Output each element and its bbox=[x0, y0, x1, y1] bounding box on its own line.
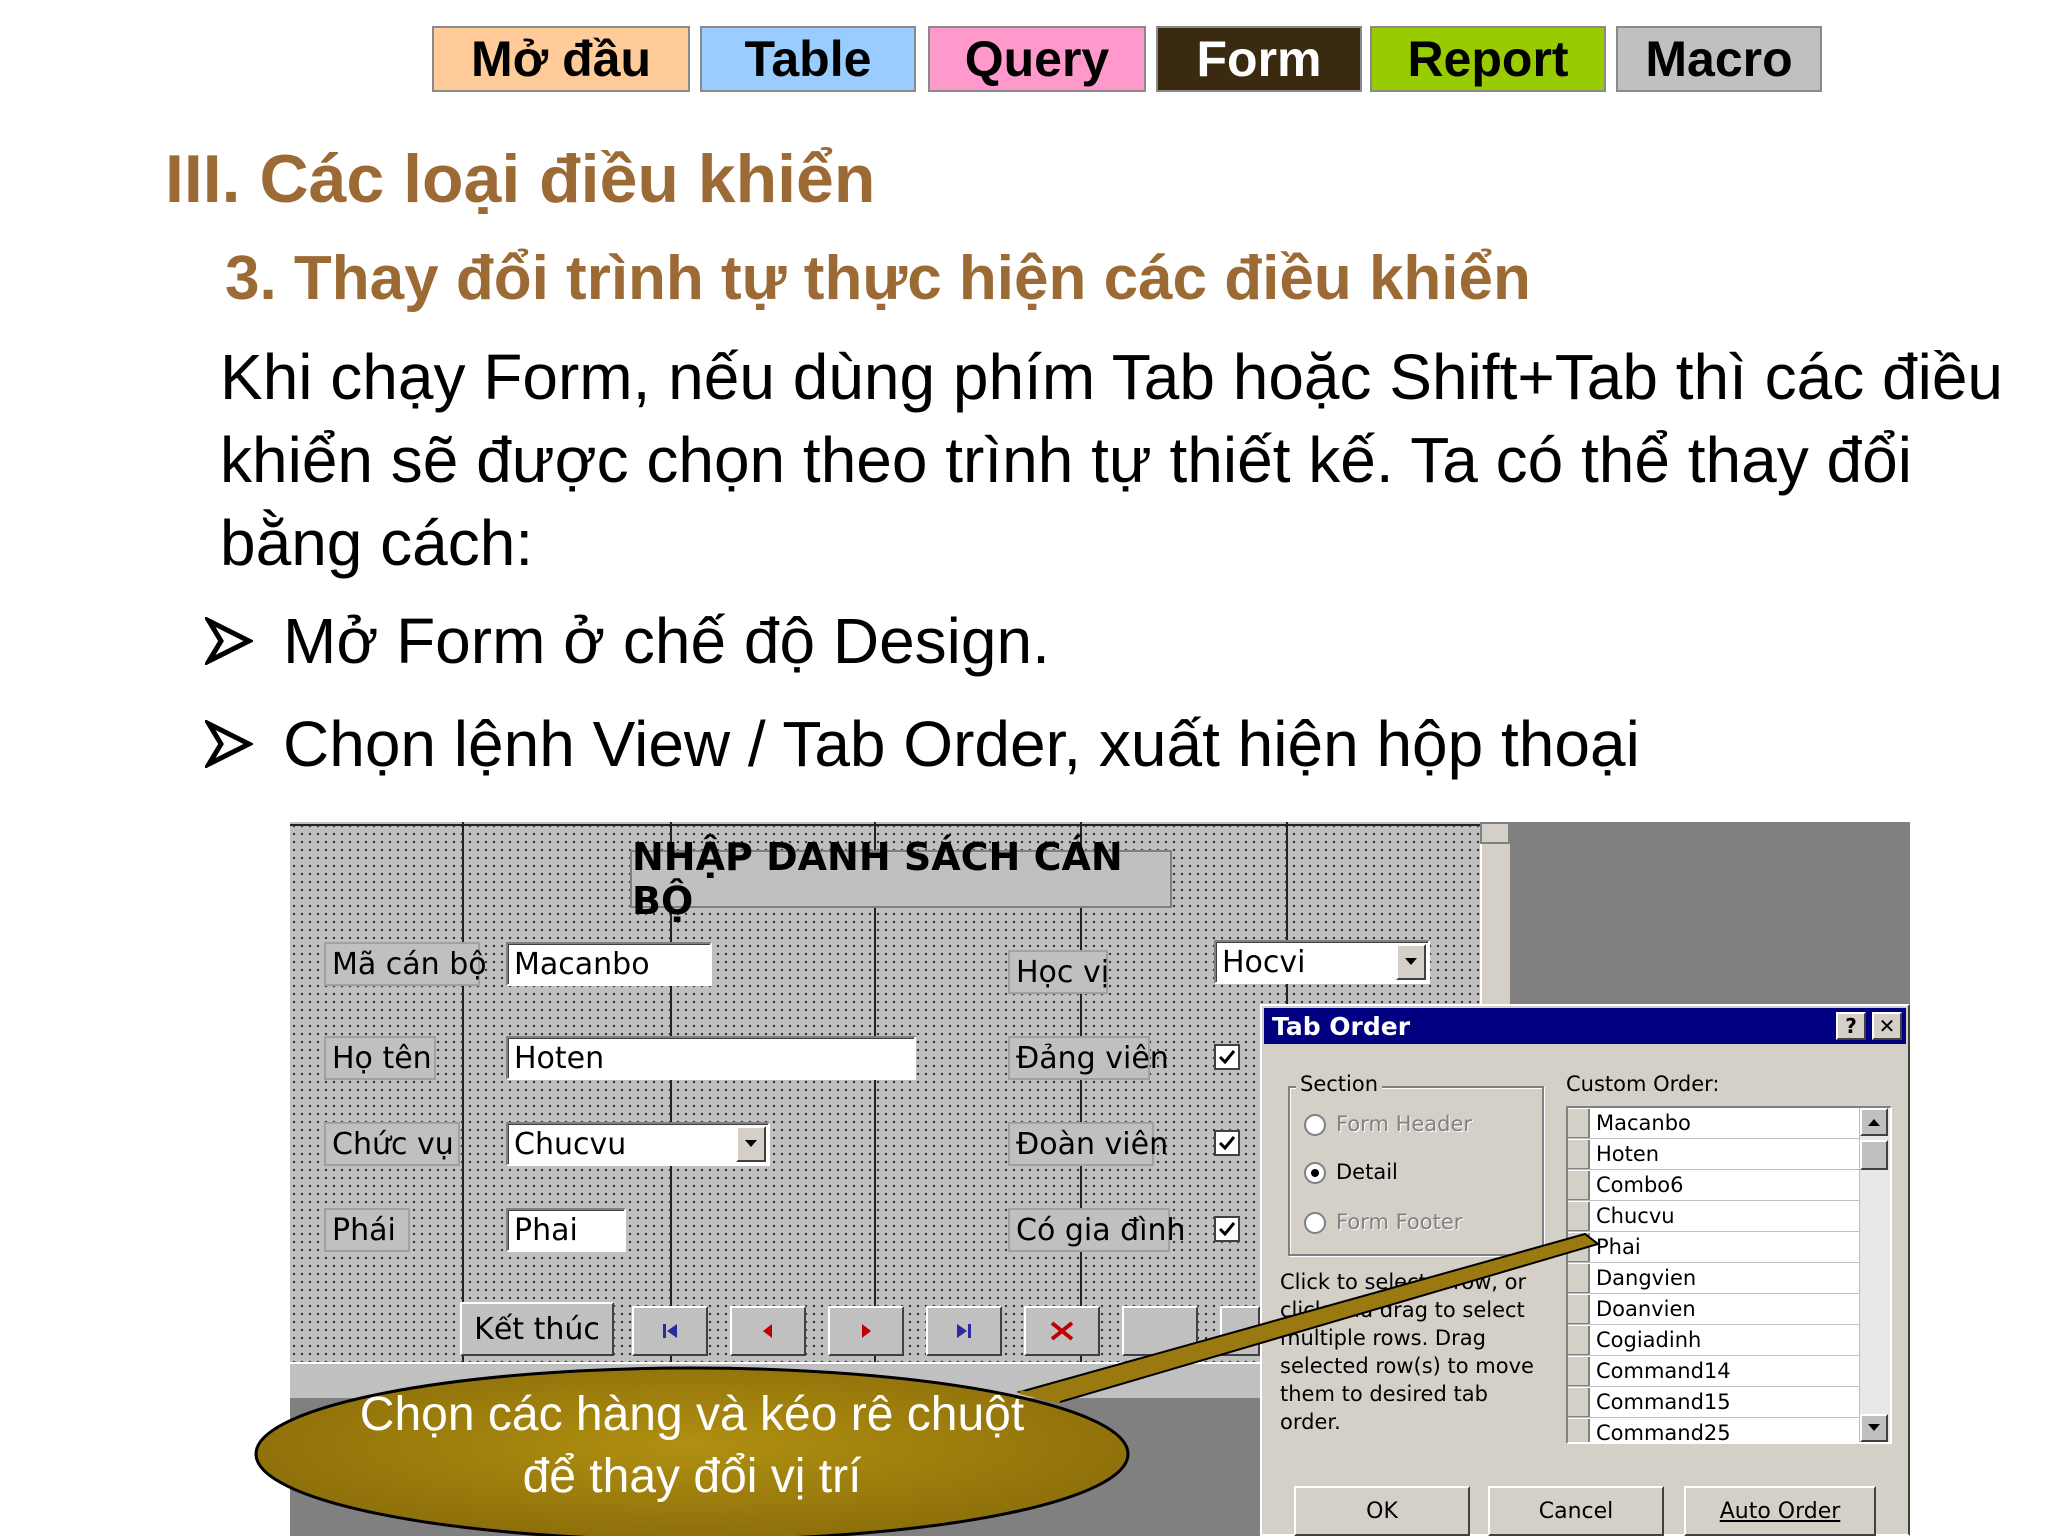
callout-shape bbox=[254, 1232, 1601, 1536]
callout-text: Chọn các hàng và kéo rê chuột để thay đổ… bbox=[359, 1388, 1025, 1503]
